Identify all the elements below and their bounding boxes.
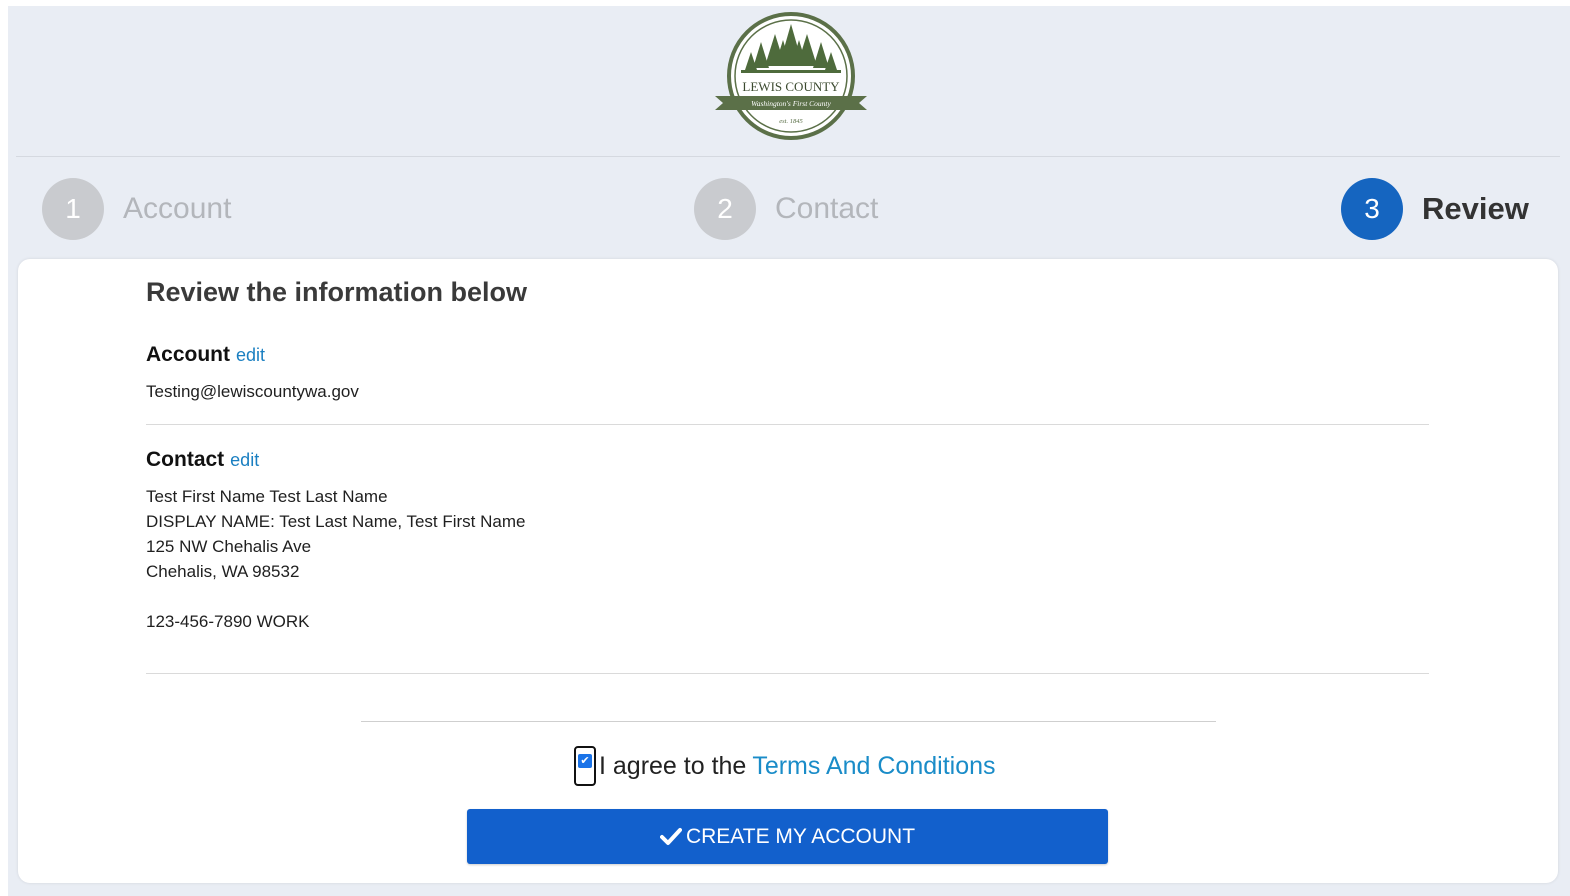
step-contact[interactable]: 2 Contact xyxy=(694,178,878,240)
step-label: Review xyxy=(1422,191,1529,226)
section-divider xyxy=(146,424,1429,425)
account-email: Testing@lewiscountywa.gov xyxy=(146,382,359,401)
create-account-button[interactable]: CREATE MY ACCOUNT xyxy=(467,809,1108,864)
contact-name: Test First Name Test Last Name xyxy=(146,487,388,506)
terms-checkbox[interactable]: ✔ xyxy=(574,746,596,786)
step-label: Account xyxy=(123,192,232,225)
contact-heading-text: Contact xyxy=(146,448,225,471)
contact-section-heading: Contact edit xyxy=(146,448,259,472)
review-card: Review the information below Account edit… xyxy=(18,259,1558,883)
account-section-heading: Account edit xyxy=(146,343,265,367)
step-account[interactable]: 1 Account xyxy=(42,178,231,240)
step-number-circle: 2 xyxy=(694,178,756,240)
review-title: Review the information below xyxy=(146,277,528,307)
step-label: Contact xyxy=(775,192,879,225)
checkmark-icon: ✔ xyxy=(578,754,592,768)
logo-tagline: Washington's First County xyxy=(751,99,831,108)
account-edit-link[interactable]: edit xyxy=(236,345,265,365)
terms-and-conditions-link[interactable]: Terms And Conditions xyxy=(752,752,995,781)
section-divider xyxy=(146,673,1429,674)
contact-edit-link[interactable]: edit xyxy=(230,450,259,470)
create-account-label: CREATE MY ACCOUNT xyxy=(685,824,916,848)
logo-est: est. 1845 xyxy=(779,118,803,125)
lewis-county-logo: LEWIS COUNTY Washington's First County e… xyxy=(711,10,871,140)
logo-text: LEWIS COUNTY xyxy=(742,79,840,94)
contact-address-line1: 125 NW Chehalis Ave xyxy=(146,537,312,556)
agree-text: I agree to the xyxy=(599,751,747,780)
step-number-circle: 3 xyxy=(1341,178,1403,240)
contact-display-name: DISPLAY NAME: Test Last Name, Test First… xyxy=(146,512,526,531)
header-divider xyxy=(16,156,1560,157)
agreement-divider xyxy=(361,721,1216,722)
terms-agreement: ✔ I agree to the Terms And Conditions xyxy=(574,743,996,789)
check-icon xyxy=(659,827,682,847)
contact-phone: 123-456-7890 WORK xyxy=(146,612,310,631)
page-background: LEWIS COUNTY Washington's First County e… xyxy=(8,6,1570,896)
contact-address-line2: Chehalis, WA 98532 xyxy=(146,562,300,581)
step-review: 3 Review xyxy=(1341,178,1529,240)
account-heading-text: Account xyxy=(146,343,230,366)
step-number-circle: 1 xyxy=(42,178,104,240)
